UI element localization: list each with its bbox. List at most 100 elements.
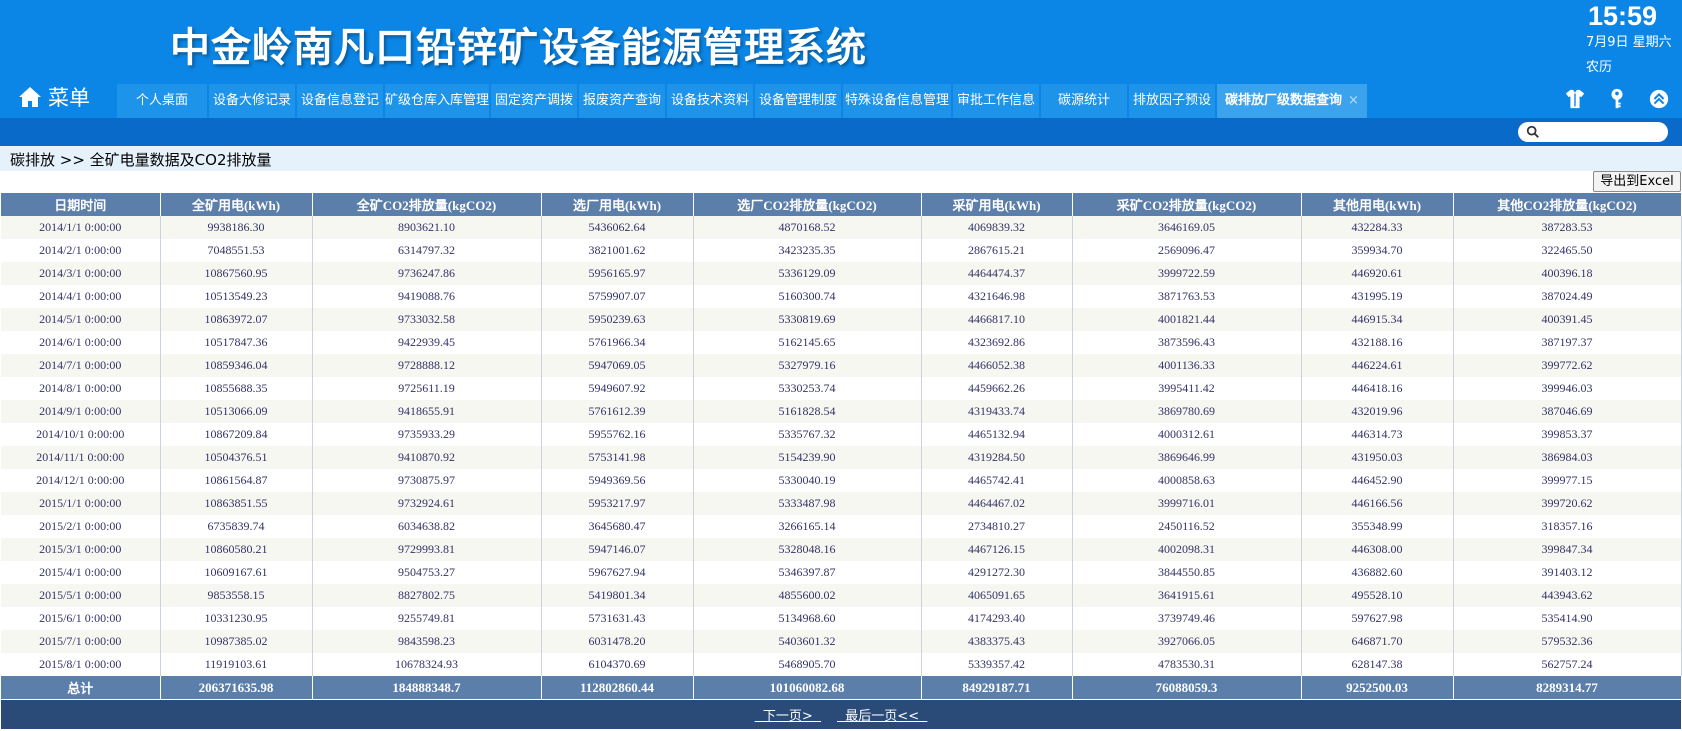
table-cell: 597627.98 [1301, 607, 1454, 630]
table-cell: 9843598.23 [312, 630, 542, 653]
table-cell: 10331230.95 [160, 607, 313, 630]
table-cell: 5327979.16 [693, 354, 922, 377]
table-cell: 495528.10 [1301, 584, 1454, 607]
table-cell: 5955762.16 [541, 423, 694, 446]
table-cell: 5956165.97 [541, 262, 694, 285]
total-cell: 总计 [1, 676, 161, 699]
tab-4[interactable]: 固定资产调拨 [491, 84, 577, 118]
table-cell: 5162145.65 [693, 331, 922, 354]
data-table: 日期时间 全矿用电(kWh) 全矿CO2排放量(kgCO2) 选厂用电(kWh) 选厂C… [1, 193, 1682, 699]
table-cell: 3844550.85 [1072, 561, 1302, 584]
column-header[interactable]: 全矿用电(kWh) [160, 193, 313, 216]
table-cell: 2015/4/1 0:00:00 [1, 561, 161, 584]
table-cell: 446166.56 [1301, 492, 1454, 515]
table-cell: 4459662.26 [921, 377, 1073, 400]
search-input[interactable] [1544, 123, 1664, 141]
column-header[interactable]: 其他CO2排放量(kgCO2) [1453, 193, 1682, 216]
table-cell: 5949607.92 [541, 377, 694, 400]
tab-6[interactable]: 设备技术资料 [667, 84, 753, 118]
tab-2[interactable]: 设备信息登记 [297, 84, 383, 118]
tab-10[interactable]: 碳源统计 [1041, 84, 1127, 118]
menu-label: 菜单 [48, 86, 90, 110]
table-cell: 431950.03 [1301, 446, 1454, 469]
table-cell: 2014/1/1 0:00:00 [1, 216, 161, 239]
search-bar [0, 118, 1682, 146]
export-excel-button[interactable]: 导出到Excel [1593, 171, 1681, 192]
table-row: 2015/4/1 0:00:00 10609167.61 9504753.27 596… [1, 561, 1682, 584]
table-cell: 2569096.47 [1072, 239, 1302, 262]
table-cell: 5403601.32 [693, 630, 922, 653]
table-cell: 4002098.31 [1072, 538, 1302, 561]
table-header-row: 日期时间 全矿用电(kWh) 全矿CO2排放量(kgCO2) 选厂用电(kWh) 选厂C… [1, 193, 1682, 216]
table-cell: 10517847.36 [160, 331, 313, 354]
table-cell: 4855600.02 [693, 584, 922, 607]
column-header[interactable]: 采矿用电(kWh) [921, 193, 1073, 216]
table-cell: 9504753.27 [312, 561, 542, 584]
table-cell: 359934.70 [1301, 239, 1454, 262]
table-cell: 10861564.87 [160, 469, 313, 492]
table-cell: 9422939.45 [312, 331, 542, 354]
column-header[interactable]: 全矿CO2排放量(kgCO2) [312, 193, 542, 216]
table-cell: 5328048.16 [693, 538, 922, 561]
next-page-link[interactable]: 下一页> [755, 705, 821, 724]
column-header[interactable]: 日期时间 [1, 193, 161, 216]
table-cell: 9938186.30 [160, 216, 313, 239]
table-cell: 4001136.33 [1072, 354, 1302, 377]
table-cell: 4069839.32 [921, 216, 1073, 239]
table-cell: 446314.73 [1301, 423, 1454, 446]
tab-0[interactable]: 个人桌面 [117, 84, 207, 118]
table-cell: 399847.34 [1453, 538, 1682, 561]
table-cell: 2014/10/1 0:00:00 [1, 423, 161, 446]
collapse-up-icon[interactable] [1646, 86, 1672, 112]
table-cell: 4323692.86 [921, 331, 1073, 354]
column-header[interactable]: 选厂用电(kWh) [541, 193, 694, 216]
table-cell: 4000312.61 [1072, 423, 1302, 446]
tab-close-icon[interactable]: × [1348, 93, 1359, 108]
tab-12[interactable]: 碳排放厂级数据查询 × [1217, 84, 1367, 118]
breadcrumb: 碳排放 >> 全矿电量数据及CO2排放量 [10, 151, 272, 169]
table-cell: 4464467.02 [921, 492, 1073, 515]
table-row: 2015/5/1 0:00:00 9853558.15 8827802.75 5419… [1, 584, 1682, 607]
table-cell: 446920.61 [1301, 262, 1454, 285]
key-icon[interactable] [1604, 86, 1630, 112]
tab-5[interactable]: 报废资产查询 [579, 84, 665, 118]
app-header: 中金岭南凡口铅锌矿设备能源管理系统 15:59 7月9日 星期六 农历 菜单 个… [0, 0, 1682, 118]
header-icons [1562, 86, 1682, 112]
table-cell: 5953217.97 [541, 492, 694, 515]
tab-11[interactable]: 排放因子预设 [1129, 84, 1215, 118]
home-icon [19, 87, 41, 107]
total-cell: 184888348.7 [312, 676, 542, 699]
clothing-icon[interactable] [1562, 86, 1588, 112]
table-cell: 4321646.98 [921, 285, 1073, 308]
table-cell: 4783530.31 [1072, 653, 1302, 676]
table-cell: 399772.62 [1453, 354, 1682, 377]
menu-button[interactable]: 菜单 [18, 80, 108, 114]
table-row: 2015/7/1 0:00:00 10987385.02 9843598.23 603… [1, 630, 1682, 653]
table-cell: 387024.49 [1453, 285, 1682, 308]
table-cell: 4870168.52 [693, 216, 922, 239]
tab-9[interactable]: 审批工作信息 [953, 84, 1039, 118]
table-cell: 5761966.34 [541, 331, 694, 354]
table-cell: 562757.24 [1453, 653, 1682, 676]
table-cell: 3999716.01 [1072, 492, 1302, 515]
tab-3[interactable]: 矿级仓库入库管理 [385, 84, 489, 118]
tab-label: 碳源统计 [1057, 93, 1110, 108]
table-cell: 10859346.04 [160, 354, 313, 377]
table-cell: 5339357.42 [921, 653, 1073, 676]
column-header[interactable]: 其他用电(kWh) [1301, 193, 1454, 216]
column-header[interactable]: 采矿CO2排放量(kgCO2) [1072, 193, 1302, 216]
table-cell: 6735839.74 [160, 515, 313, 538]
last-page-link[interactable]: 最后一页<< [837, 705, 927, 724]
total-cell: 112802860.44 [541, 676, 694, 699]
table-cell: 2015/5/1 0:00:00 [1, 584, 161, 607]
column-header[interactable]: 选厂CO2排放量(kgCO2) [693, 193, 922, 216]
table-cell: 3927066.05 [1072, 630, 1302, 653]
tab-7[interactable]: 设备管理制度 [755, 84, 841, 118]
table-cell: 5436062.64 [541, 216, 694, 239]
table-cell: 3999722.59 [1072, 262, 1302, 285]
tab-1[interactable]: 设备大修记录 [209, 84, 295, 118]
table-row: 2015/3/1 0:00:00 10860580.21 9729993.81 594… [1, 538, 1682, 561]
table-cell: 9733032.58 [312, 308, 542, 331]
tab-8[interactable]: 特殊设备信息管理 [843, 84, 951, 118]
tab-strip: 个人桌面 设备大修记录 设备信息登记 矿级仓库入库管理 固定资产调拨 报废资产查询 设备技术… [117, 84, 1369, 118]
